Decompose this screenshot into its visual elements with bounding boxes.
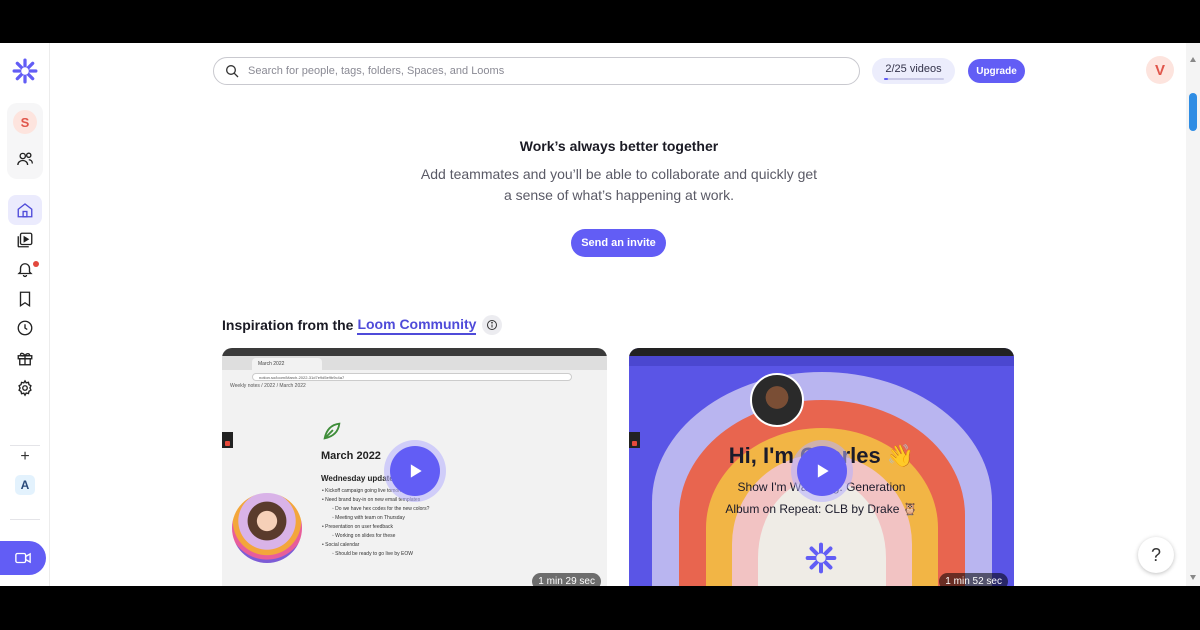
notification-dot	[33, 261, 39, 267]
play-icon	[817, 464, 829, 478]
clock-icon	[17, 320, 33, 336]
record-marker	[222, 432, 233, 448]
sidebar-item-rewards[interactable]	[8, 343, 42, 373]
leaf-icon	[323, 422, 341, 440]
hero-title: Work’s always better together	[519, 138, 719, 154]
gear-icon	[18, 379, 32, 397]
upgrade-button[interactable]: Upgrade	[968, 59, 1025, 83]
inspiration-prefix: Inspiration from the	[222, 317, 354, 333]
people-icon	[17, 152, 34, 166]
loom-logo-icon	[805, 542, 837, 574]
app-window: S + A Search for people, tags, folders, …	[0, 43, 1200, 586]
inspiration-heading: Inspiration from the Loom Community	[222, 315, 503, 335]
sidebar-item-library[interactable]	[8, 225, 42, 255]
video-duration: 1 min 29 sec	[532, 573, 601, 586]
video-duration: 1 min 52 sec	[939, 573, 1008, 586]
doc-list-item: • Need brand buy-in on new email templat…	[322, 497, 421, 503]
menu-bar	[629, 348, 1014, 356]
home-icon	[17, 203, 33, 218]
user-avatar[interactable]: V	[1146, 56, 1174, 84]
video-count-badge[interactable]: 2/25 videos	[872, 58, 955, 84]
doc-list-item: ◦ Meeting with team on Thursday	[332, 515, 405, 521]
video-card[interactable]: Hi, I'm Charles 👋 Show I'm Watching: Gen…	[629, 348, 1014, 586]
slide-line: Album on Repeat: CLB by Drake 🦉	[725, 502, 918, 516]
doc-list: • Kickoff campaign going live tomorrow • …	[322, 487, 429, 559]
bell-icon	[17, 263, 33, 278]
loom-logo-icon[interactable]	[8, 56, 42, 86]
video-count-label: 2/25 videos	[885, 62, 942, 75]
doc-title: March 2022	[321, 450, 381, 462]
gift-icon	[17, 352, 33, 366]
sidebar-item-notifications[interactable]	[8, 254, 42, 284]
play-button[interactable]	[390, 446, 440, 496]
record-button[interactable]	[0, 541, 46, 575]
search-bar[interactable]	[213, 57, 860, 85]
search-icon	[226, 65, 239, 78]
doc-list-item: ◦ Should be ready to go live by EOW	[332, 551, 413, 557]
doc-subtitle: Wednesday update	[321, 474, 394, 483]
scroll-down-arrow[interactable]	[1190, 575, 1196, 580]
help-button[interactable]: ?	[1138, 537, 1174, 573]
loom-community-link[interactable]: Loom Community	[357, 316, 477, 335]
send-invite-button[interactable]: Send an invite	[571, 229, 666, 257]
browser-url: notion.so/loom/March-2022-31d7e9d5e9b9c4…	[252, 373, 572, 381]
video-count-progress	[883, 77, 944, 80]
search-input[interactable]	[248, 65, 838, 77]
info-icon[interactable]	[482, 315, 503, 335]
menu-bar	[222, 348, 607, 356]
add-space-button[interactable]: +	[8, 442, 42, 472]
scrollbar-thumb[interactable]	[1189, 93, 1197, 131]
doc-list-item: ◦ Do we have hex codes for the new color…	[332, 506, 430, 512]
video-library-icon	[17, 232, 33, 248]
sidebar-item-history[interactable]	[8, 313, 42, 343]
presenter-bubble	[750, 373, 804, 427]
bookmark-icon	[19, 291, 31, 308]
sidebar-item-watch-later[interactable]	[8, 284, 42, 314]
doc-list-item: • Presentation on user feedback	[322, 524, 393, 530]
sidebar-divider	[10, 519, 40, 520]
browser-tab: March 2022	[252, 358, 322, 370]
sidebar-item-home[interactable]	[8, 195, 42, 225]
play-button[interactable]	[797, 446, 847, 496]
scrollbar[interactable]	[1186, 43, 1200, 586]
doc-list-item: • Social calendar	[322, 542, 360, 548]
video-count-progress-fill	[883, 77, 889, 80]
doc-list-item: ◦ Working on slides for these	[332, 533, 396, 539]
window-bar	[629, 356, 1014, 366]
sidebar-item-settings[interactable]	[8, 373, 42, 403]
workspace-avatar[interactable]: S	[13, 110, 37, 134]
camera-icon	[15, 552, 31, 564]
presenter-bubble	[232, 493, 302, 563]
video-card[interactable]: March 2022 notion.so/loom/March-2022-31d…	[222, 348, 607, 586]
sidebar-item-members[interactable]	[8, 144, 42, 174]
scroll-up-arrow[interactable]	[1190, 57, 1196, 62]
play-icon	[410, 464, 422, 478]
space-avatar[interactable]: A	[15, 475, 35, 495]
doc-breadcrumb: Weekly notes / 2022 / March 2022	[230, 383, 306, 389]
sidebar: S + A	[0, 43, 50, 586]
hero-description: Add teammates and you’ll be able to coll…	[420, 166, 818, 203]
